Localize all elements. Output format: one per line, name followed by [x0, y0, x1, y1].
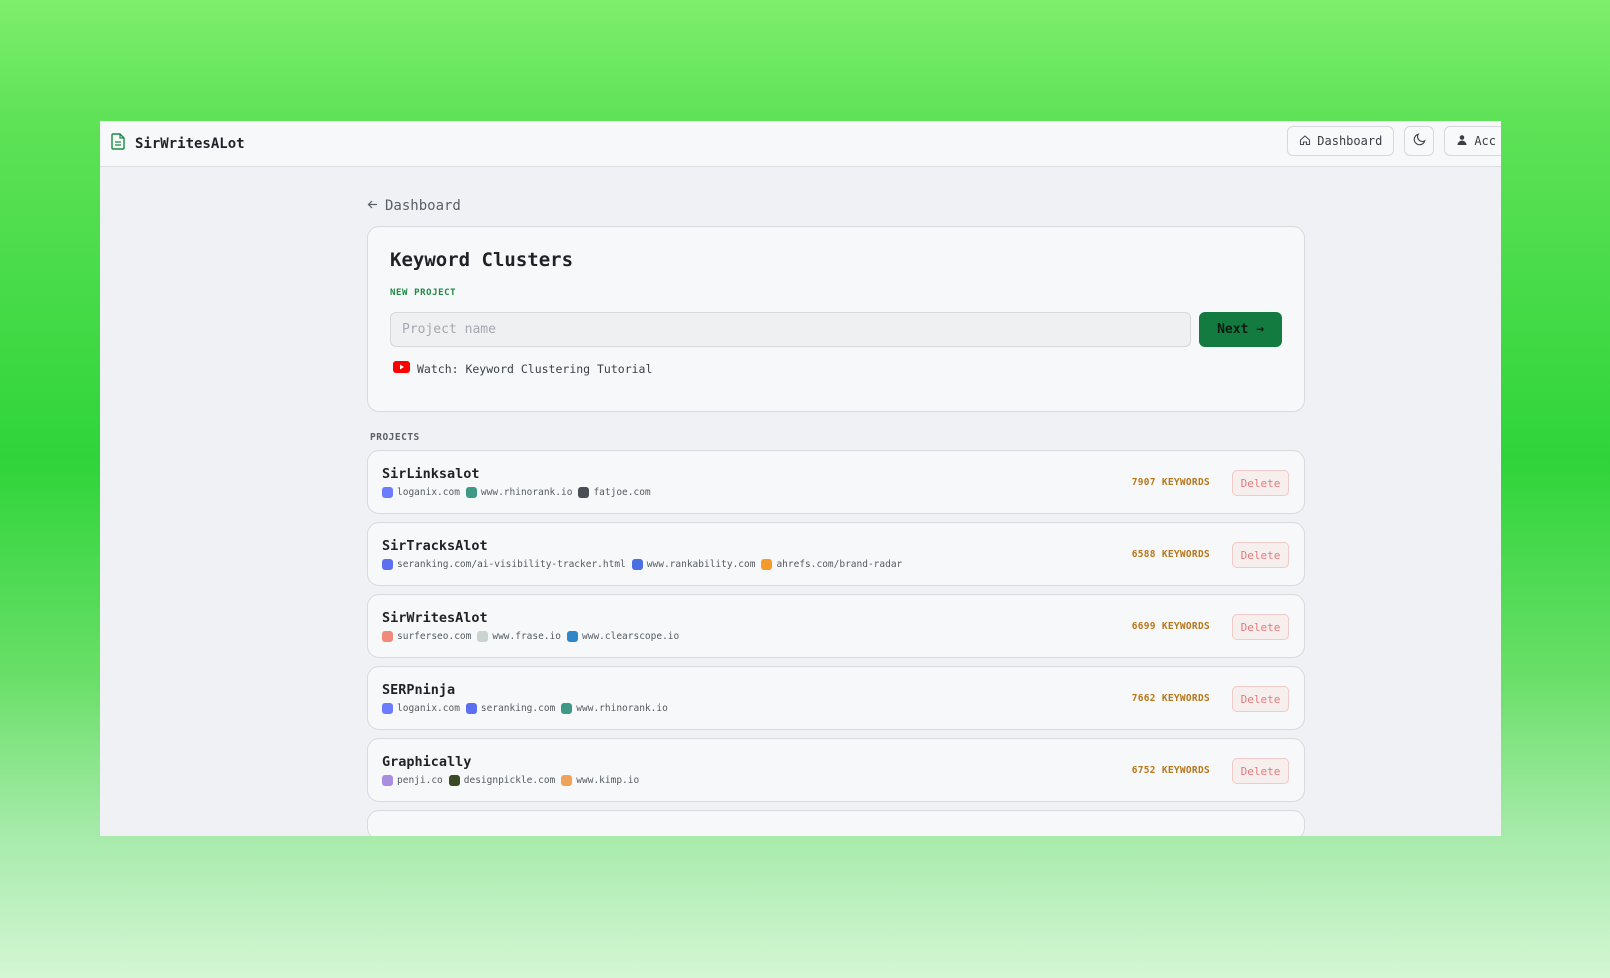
project-site: www.frase.io [477, 631, 561, 642]
project-site-domain: www.kimp.io [576, 775, 640, 786]
moon-icon [1413, 133, 1426, 149]
home-icon [1299, 134, 1311, 149]
youtube-icon [393, 361, 410, 376]
page-title: Keyword Clusters [390, 249, 574, 271]
dashboard-button[interactable]: Dashboard [1287, 126, 1395, 156]
back-link-label: Dashboard [385, 198, 461, 214]
loganix-icon [382, 703, 393, 714]
loganix-icon [382, 487, 393, 498]
project-site: loganix.com [382, 487, 460, 498]
keyword-count: 7907 KEYWORDS [1131, 477, 1210, 488]
project-site: seranking.com [465, 703, 556, 714]
surferseo-icon [382, 631, 393, 642]
project-sites: loganix.com seranking.com www.rhinorank.io [382, 703, 1304, 714]
dashboard-button-label: Dashboard [1317, 134, 1383, 148]
project-list: SirLinksalot loganix.com www.rhinorank.io f… [367, 450, 1305, 802]
project-site: www.rankability.com [631, 559, 756, 570]
project-site-domain: designpickle.com [463, 775, 556, 786]
theme-toggle-button[interactable] [1404, 126, 1435, 156]
delete-button[interactable]: Delete [1232, 614, 1289, 640]
delete-button[interactable]: Delete [1232, 542, 1289, 568]
rhinorank-icon [465, 487, 477, 498]
designpickle-icon [448, 775, 460, 786]
project-site: penji.co [382, 775, 443, 786]
project-sites: seranking.com/ai-visibility-tracker.html… [382, 559, 1304, 570]
new-project-label: NEW PROJECT [390, 288, 457, 298]
project-site-domain: www.clearscope.io [582, 631, 680, 642]
project-site: seranking.com/ai-visibility-tracker.html [382, 559, 626, 570]
new-project-card: Keyword Clusters NEW PROJECT Next → Watc… [367, 226, 1305, 412]
app-window: SirWritesALot Dashboard Acc Dashboard Ke… [100, 121, 1501, 836]
project-site-domain: seranking.com [480, 703, 556, 714]
top-bar: SirWritesALot Dashboard Acc [100, 121, 1501, 167]
project-site: www.rhinorank.io [561, 703, 668, 714]
project-row[interactable]: SirLinksalot loganix.com www.rhinorank.io f… [367, 450, 1305, 514]
project-sites: surferseo.com www.frase.io www.clearscope.… [382, 631, 1304, 642]
main-content: Dashboard Keyword Clusters NEW PROJECT N… [367, 167, 1305, 836]
project-site-domain: seranking.com/ai-visibility-tracker.html [397, 559, 626, 570]
next-button[interactable]: Next → [1199, 312, 1282, 347]
project-site-domain: www.frase.io [492, 631, 561, 642]
seranking-icon [382, 559, 393, 570]
delete-button[interactable]: Delete [1232, 758, 1289, 784]
rankability-icon [631, 559, 643, 570]
project-site: fatjoe.com [578, 487, 651, 498]
delete-button[interactable]: Delete [1232, 686, 1289, 712]
project-sites: penji.co designpickle.com www.kimp.io [382, 775, 1304, 786]
project-sites: loganix.com www.rhinorank.io fatjoe.com [382, 487, 1304, 498]
project-site-domain: www.rhinorank.io [480, 487, 573, 498]
tutorial-link[interactable]: Watch: Keyword Clustering Tutorial [393, 361, 1282, 376]
clearscope-icon [567, 631, 578, 642]
seranking-icon [465, 703, 477, 714]
delete-button[interactable]: Delete [1232, 470, 1289, 496]
project-name-input[interactable] [390, 312, 1192, 347]
project-row-partial[interactable] [367, 810, 1305, 836]
project-row[interactable]: Graphically penji.co designpickle.com www.k… [367, 738, 1305, 802]
keyword-count: 6752 KEYWORDS [1131, 765, 1210, 776]
project-site-domain: fatjoe.com [593, 487, 651, 498]
brand[interactable]: SirWritesALot [111, 133, 245, 154]
account-button[interactable]: Acc [1444, 126, 1501, 156]
back-link[interactable]: Dashboard [367, 198, 1305, 214]
ahrefs-icon [761, 559, 773, 570]
project-site-domain: surferseo.com [397, 631, 472, 642]
user-icon [1456, 134, 1468, 149]
account-button-label: Acc [1474, 134, 1496, 148]
rhinorank-icon [561, 703, 573, 714]
project-site-domain: www.rankability.com [646, 559, 756, 570]
keyword-count: 6699 KEYWORDS [1131, 621, 1210, 632]
projects-section-label: PROJECTS [370, 432, 420, 443]
project-site: ahrefs.com/brand-radar [761, 559, 902, 570]
project-site: designpickle.com [448, 775, 556, 786]
project-row[interactable]: SirWritesAlot surferseo.com www.frase.io ww… [367, 594, 1305, 658]
fatjoe-icon [578, 487, 590, 498]
project-row[interactable]: SERPninja loganix.com seranking.com www.rhi… [367, 666, 1305, 730]
project-site: www.kimp.io [561, 775, 639, 786]
penji-icon [382, 775, 393, 786]
kimp-icon [561, 775, 573, 786]
project-site: www.clearscope.io [567, 631, 679, 642]
project-site-domain: loganix.com [397, 487, 460, 498]
project-site-domain: loganix.com [397, 703, 460, 714]
tutorial-link-label: Watch: Keyword Clustering Tutorial [417, 361, 653, 376]
project-site-domain: ahrefs.com/brand-radar [776, 559, 903, 570]
frase-icon [477, 631, 489, 642]
project-site-domain: penji.co [397, 775, 443, 786]
project-row[interactable]: SirTracksAlot seranking.com/ai-visibility… [367, 522, 1305, 586]
project-site-domain: www.rhinorank.io [576, 703, 668, 714]
arrow-left-icon [367, 198, 378, 214]
project-site: www.rhinorank.io [465, 487, 573, 498]
project-site: surferseo.com [382, 631, 471, 642]
project-site: loganix.com [382, 703, 460, 714]
keyword-count: 7662 KEYWORDS [1131, 693, 1210, 704]
app-title: SirWritesALot [135, 135, 245, 152]
keyword-count: 6588 KEYWORDS [1131, 549, 1210, 560]
document-icon [111, 133, 125, 154]
